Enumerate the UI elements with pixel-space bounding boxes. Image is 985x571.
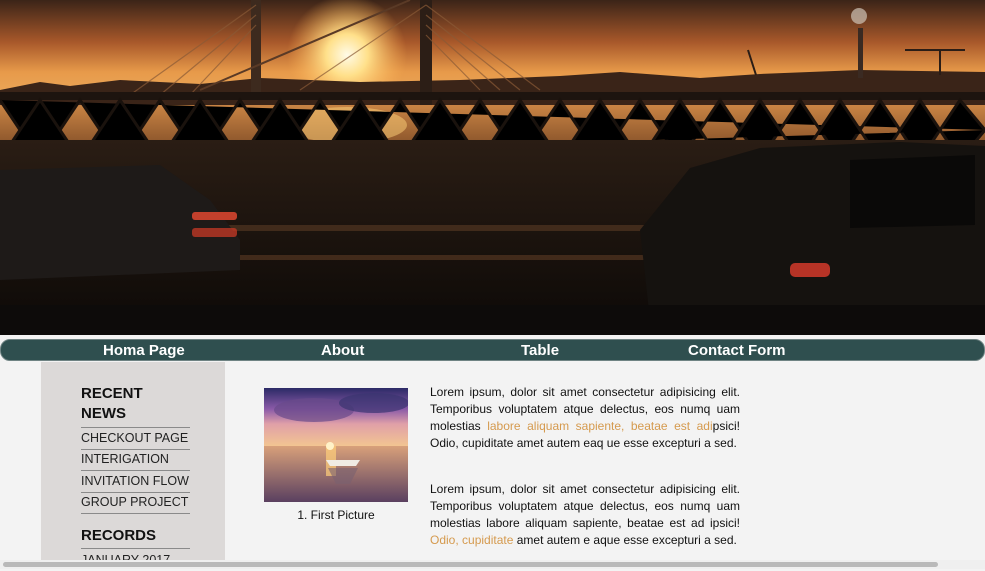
paragraph-2-highlight: Odio, cupiditate — [430, 533, 514, 547]
horizontal-scrollbar[interactable] — [0, 560, 985, 569]
article-paragraph-2: Lorem ipsum, dolor sit amet consectetur … — [430, 481, 740, 549]
paragraph-2-text-start: Lorem ipsum, dolor sit amet consectetur … — [430, 482, 740, 530]
sidebar: RECENT NEWS CHECKOUT PAGE INTERIGATION I… — [41, 362, 225, 569]
main-nav: Homa Page About Table Contact Form — [0, 339, 985, 361]
sidebar-link-checkout-page[interactable]: CHECKOUT PAGE — [81, 427, 190, 450]
nav-home[interactable]: Homa Page — [103, 340, 185, 360]
sidebar-link-group-project[interactable]: GROUP PROJECT — [81, 492, 190, 514]
scrollbar-thumb[interactable] — [3, 562, 938, 567]
paragraph-2-text-end: amet autem e aque esse excepturi a sed. — [513, 533, 737, 547]
nav-table[interactable]: Table — [521, 340, 559, 360]
paragraph-1-highlight: labore aliquam sapiente, beatae est adi — [487, 419, 713, 433]
article-paragraph-1: Lorem ipsum, dolor sit amet consectetur … — [430, 384, 740, 452]
picture-caption: 1. First Picture — [297, 508, 375, 522]
nav-about[interactable]: About — [321, 340, 364, 360]
sidebar-link-invitation-flow[interactable]: INVITATION FLOW — [81, 471, 190, 493]
hero-banner-image — [0, 0, 985, 335]
first-picture — [264, 388, 408, 502]
records-heading: RECORDS — [81, 526, 190, 549]
recent-news-heading: RECENT NEWS — [81, 385, 143, 422]
sidebar-link-interigation[interactable]: INTERIGATION — [81, 449, 190, 471]
nav-contact-form[interactable]: Contact Form — [688, 340, 786, 360]
